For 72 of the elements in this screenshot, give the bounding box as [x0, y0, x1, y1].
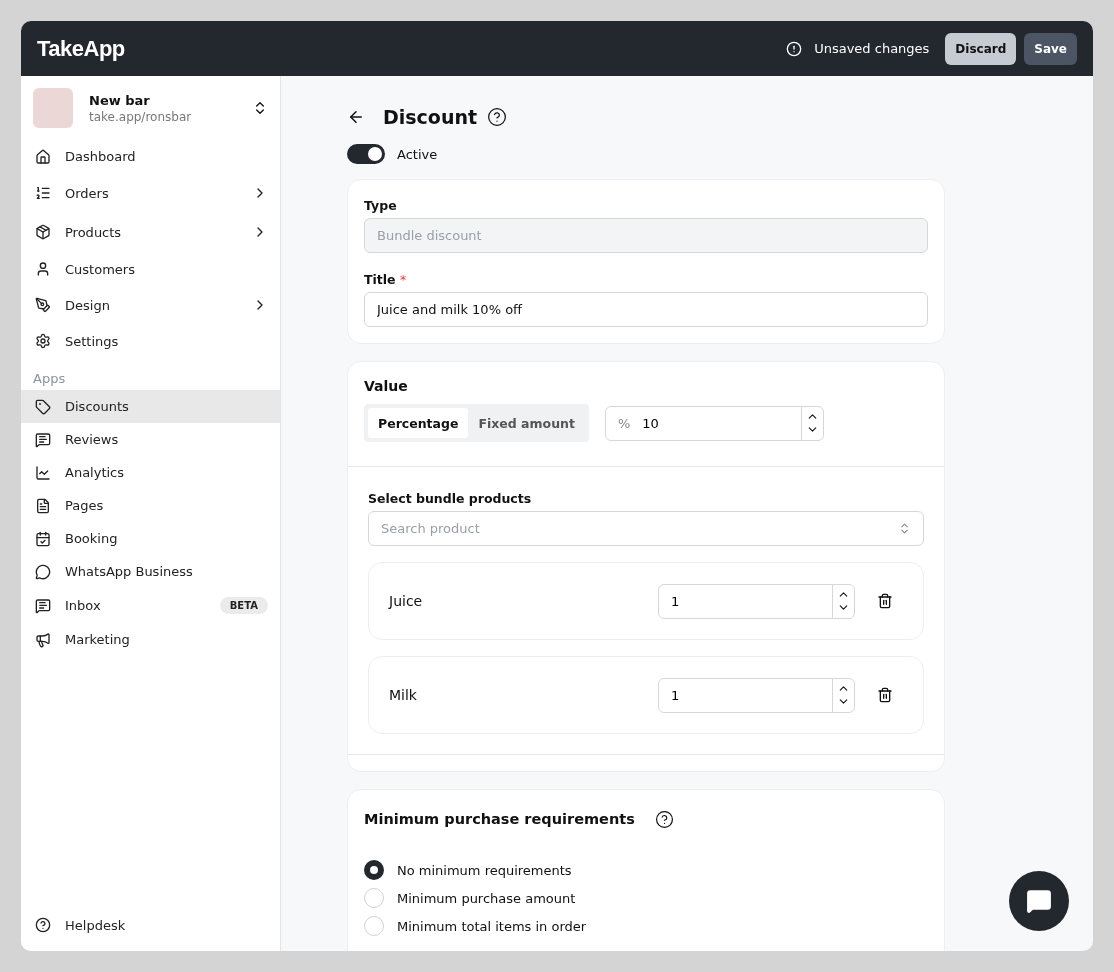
section-heading: Value	[364, 378, 409, 394]
store-url: take.app/ronsbar	[89, 109, 193, 124]
mode-tab[interactable]: Fixed amount	[468, 408, 585, 438]
radio-label: Minimum purchase amount	[397, 890, 576, 906]
toggle-label: Active	[397, 146, 438, 162]
nav-icon	[35, 631, 51, 648]
nav-icon	[35, 148, 51, 165]
nav-icon	[35, 333, 51, 349]
save-button[interactable]: Save	[1024, 32, 1077, 65]
field-label: Title *	[364, 272, 408, 287]
nav-icon	[35, 464, 51, 481]
store-name: New bar	[89, 92, 151, 108]
quantity-input[interactable]: 1	[659, 678, 832, 712]
quantity-input[interactable]: 1	[659, 584, 832, 618]
nav-icon	[35, 597, 51, 614]
nav-icon	[35, 398, 51, 415]
nav-item[interactable]: Helpdesk	[65, 917, 268, 933]
number-field[interactable]: % 10	[604, 405, 824, 441]
nav-item[interactable]: WhatsApp Business	[65, 564, 268, 579]
radio-label: Minimum total items in order	[397, 918, 587, 934]
page-title: Discount	[383, 106, 478, 128]
product-name: Juice	[389, 593, 424, 609]
app-logo: TakeApp	[37, 35, 126, 62]
nav-icon	[35, 563, 51, 580]
alert-icon	[786, 40, 803, 57]
mode-tab[interactable]: Percentage	[368, 408, 469, 438]
field-label: Select bundle products	[368, 491, 533, 506]
radio-button[interactable]	[364, 860, 384, 880]
unit-label: %	[616, 415, 631, 431]
number-field[interactable]: 1	[658, 583, 855, 619]
nav-item[interactable]: Inbox	[65, 598, 206, 613]
nav-icon	[35, 530, 51, 547]
nav-item[interactable]: Products	[65, 224, 238, 240]
nav-icon	[35, 261, 51, 277]
field-label: Type	[364, 198, 398, 213]
dropdown-icon	[898, 522, 911, 535]
delete-icon[interactable]	[877, 687, 893, 703]
nav-item[interactable]: Design	[65, 297, 238, 313]
amount-input[interactable]: 10	[630, 406, 801, 440]
type-field: Bundle discount	[364, 218, 928, 253]
store-logo	[33, 88, 73, 128]
nav-item[interactable]: Marketing	[65, 632, 268, 647]
nav-item[interactable]: Reviews	[65, 432, 268, 447]
nav-item[interactable]: Analytics	[65, 465, 268, 480]
radio-label: No minimum requirements	[397, 862, 572, 878]
unsaved-status: Unsaved changes	[814, 41, 930, 56]
section-heading: Minimum purchase requirements	[364, 811, 635, 827]
chat-icon	[1026, 888, 1052, 914]
help-icon	[35, 917, 51, 933]
back-icon[interactable]	[347, 108, 365, 126]
nav-icon	[35, 185, 51, 201]
nav-icon	[35, 497, 51, 514]
nav-item[interactable]: Customers	[65, 261, 268, 277]
number-field[interactable]: 1	[658, 677, 855, 713]
nav-icon	[35, 431, 51, 448]
nav-item[interactable]: Orders	[65, 185, 238, 201]
active-toggle[interactable]	[347, 144, 385, 164]
help-icon[interactable]	[487, 107, 508, 127]
nav-item[interactable]: Booking	[65, 531, 268, 546]
product-name: Milk	[389, 687, 418, 703]
nav-item[interactable]: Pages	[65, 498, 268, 513]
nav-icon	[35, 224, 51, 240]
discard-button[interactable]: Discard	[945, 32, 1017, 65]
nav-icon	[35, 297, 51, 313]
beta-badge: BETA	[219, 597, 268, 614]
delete-icon[interactable]	[877, 593, 893, 609]
chat-button[interactable]	[1009, 871, 1069, 931]
nav-item[interactable]: Dashboard	[65, 149, 268, 164]
section-label: Apps	[32, 370, 67, 388]
nav-item[interactable]: Settings	[65, 333, 268, 349]
title-field[interactable]: Juice and milk 10% off	[364, 292, 928, 327]
help-icon[interactable]	[654, 809, 674, 829]
